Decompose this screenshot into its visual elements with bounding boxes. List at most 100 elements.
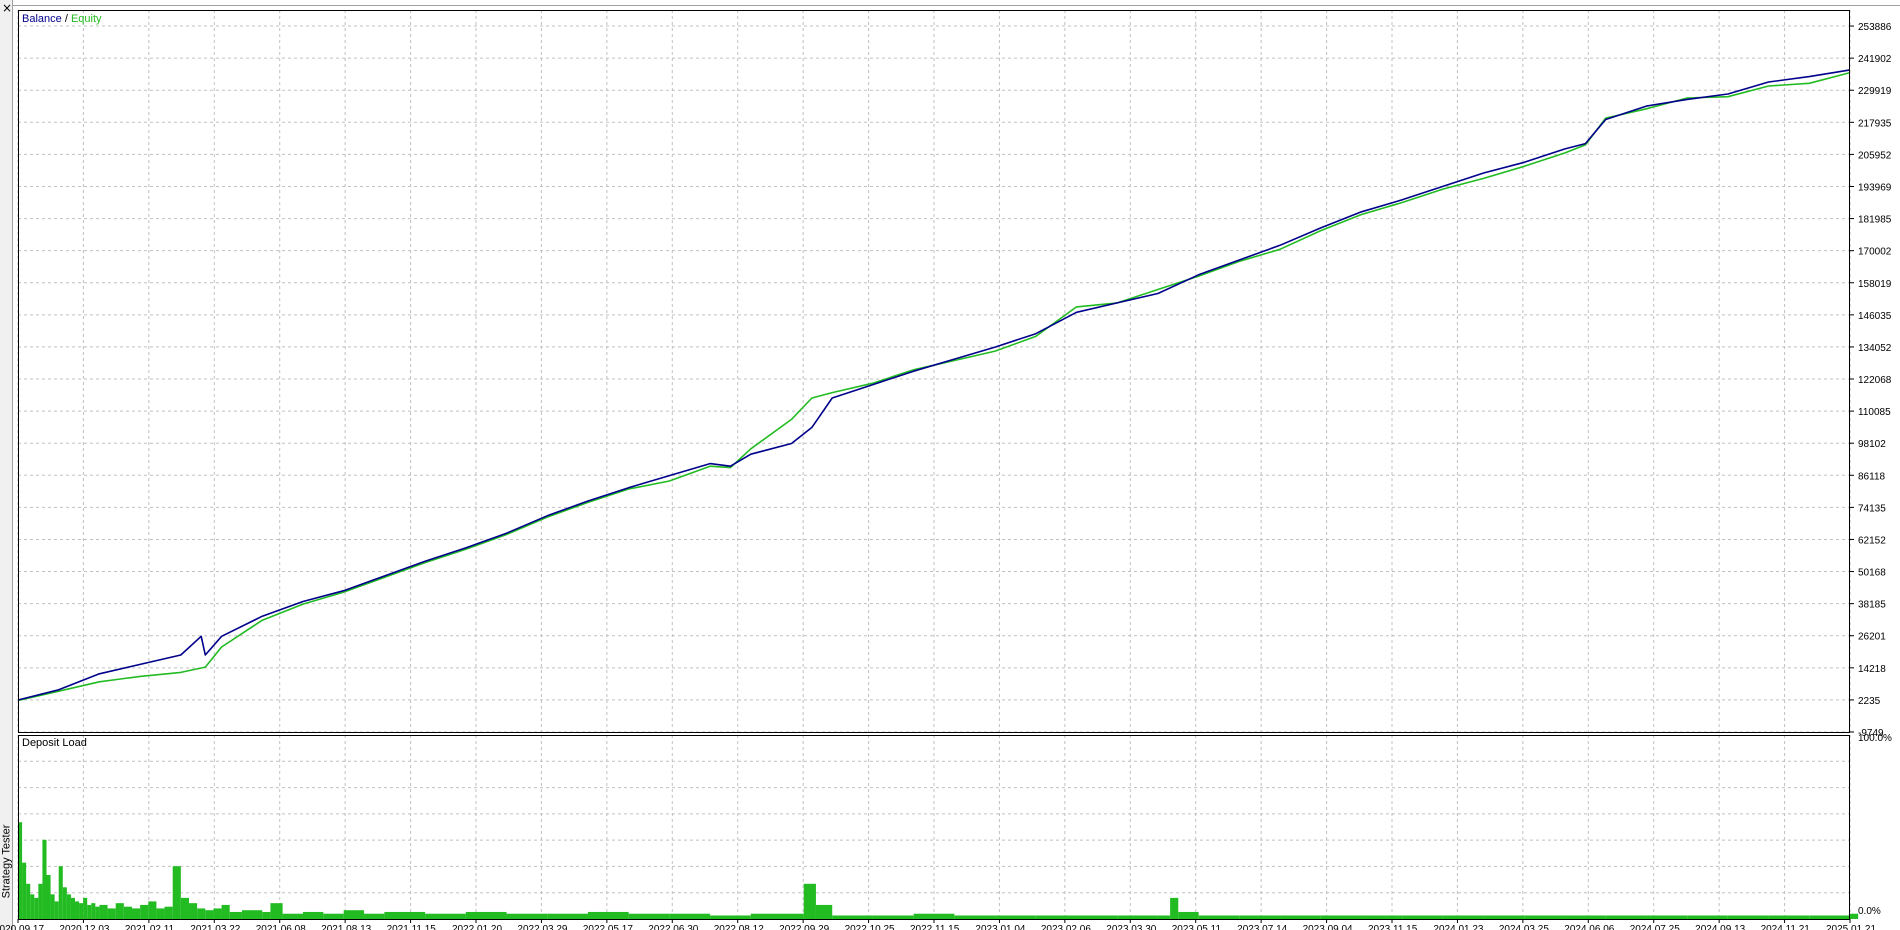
deposit-load-bar [995, 915, 1036, 919]
y-tick-label: 193969 [1858, 182, 1892, 193]
deposit-load-bar [710, 915, 751, 919]
deposit-load-bar [262, 911, 271, 919]
y-tick-label: 181985 [1858, 215, 1892, 226]
deposit-load-bar [913, 913, 955, 919]
y-tick-label: 14218 [1858, 664, 1886, 675]
deposit-load-bar [62, 887, 67, 919]
x-tick-label: 2021.03.22 [190, 924, 240, 930]
deposit-load-bar [1076, 915, 1118, 919]
deposit-load-bar [95, 906, 100, 919]
legend-separator: / [62, 13, 71, 25]
deposit-load-bar [164, 906, 173, 919]
y-tick-label: 38185 [1858, 600, 1886, 611]
deposit-load-bar [1178, 911, 1199, 919]
deposit-load-bar [364, 913, 385, 919]
deposit-load-bar [221, 904, 230, 919]
deposit-load-bar [87, 904, 92, 919]
x-tick-label: 2021.06.08 [256, 924, 306, 930]
deposit-load-bar [1727, 915, 1769, 919]
deposit-load-bar [282, 913, 303, 919]
load-y-tick-label: 0.0% [1858, 906, 1881, 917]
x-tick-label: 2024.09.13 [1695, 924, 1745, 930]
x-tick-label: 2024.07.25 [1630, 924, 1680, 930]
x-tick-label: 2020.12.03 [59, 924, 109, 930]
deposit-load-bar [1524, 915, 1566, 919]
deposit-load-bar [99, 904, 108, 919]
deposit-load-bar [1239, 915, 1281, 919]
deposit-load-bar [38, 883, 43, 919]
x-tick-label: 2023.02.06 [1041, 924, 1091, 930]
deposit-load-bar [1170, 897, 1179, 919]
x-tick-label: 2022.11.15 [910, 924, 960, 930]
y-tick-label: 98102 [1858, 439, 1886, 450]
deposit-load-bar [872, 915, 914, 919]
deposit-load-bar [42, 839, 47, 919]
deposit-load-bar [1157, 915, 1171, 919]
y-tick-label: 62152 [1858, 535, 1886, 546]
deposit-load-bar [425, 913, 466, 919]
deposit-load-bar [148, 901, 157, 919]
deposit-load-bar [1850, 913, 1859, 919]
x-tick-label: 2022.06.30 [648, 924, 698, 930]
x-tick-label: 2024.06.06 [1564, 924, 1614, 930]
x-tick-label: 2024.03.25 [1499, 924, 1549, 930]
y-tick-label: 50168 [1858, 568, 1886, 579]
deposit-load-title: Deposit Load [22, 737, 87, 749]
deposit-load-bar [1809, 915, 1850, 919]
x-tick-label: 2022.09.29 [779, 924, 829, 930]
deposit-load-bar [54, 901, 59, 919]
deposit-load-bar [506, 913, 548, 919]
deposit-load-bar [628, 913, 670, 919]
deposit-load-bar [1768, 915, 1810, 919]
deposit-load-bar [954, 915, 996, 919]
x-tick-label: 2021.08.13 [321, 924, 371, 930]
y-tick-label: 122068 [1858, 375, 1892, 386]
deposit-load-bar [107, 908, 116, 919]
deposit-load-bar [180, 897, 189, 919]
deposit-load-bar [22, 862, 27, 919]
deposit-load-bar [213, 908, 222, 919]
deposit-load-bar [58, 866, 63, 919]
deposit-load-bar [1280, 915, 1321, 919]
deposit-load-bar [302, 911, 324, 919]
y-tick-label: 110085 [1858, 407, 1891, 418]
deposit-load-bar [815, 904, 833, 919]
x-tick-label: 2022.10.25 [845, 924, 895, 930]
x-tick-label: 2023.03.30 [1106, 924, 1156, 930]
deposit-load-bar [70, 897, 75, 919]
deposit-load-bar [205, 910, 214, 919]
deposit-load-bar [46, 875, 51, 919]
deposit-load-bar [1605, 915, 1647, 919]
legend-equity: Equity [71, 13, 102, 25]
y-tick-label: 146035 [1858, 311, 1892, 322]
deposit-load-bar [465, 911, 507, 919]
deposit-load-bar [1198, 915, 1240, 919]
x-tick-label: 2022.08.12 [714, 924, 764, 930]
deposit-load-bar [74, 901, 80, 919]
deposit-load-bar [1361, 915, 1403, 919]
deposit-load-bar [587, 911, 629, 919]
x-tick-label: 2020.09.17 [0, 924, 44, 930]
y-tick-label: 170002 [1858, 247, 1892, 258]
deposit-load-bar [140, 904, 149, 919]
x-tick-label: 2021.11.15 [387, 924, 437, 930]
deposit-load-bar [547, 913, 588, 919]
deposit-load-bar [50, 894, 55, 919]
deposit-load-bar [323, 913, 344, 919]
legend: Balance / Equity [22, 13, 102, 25]
y-tick-label: 2235 [1858, 696, 1881, 707]
deposit-load-bar [1035, 915, 1077, 919]
deposit-load-bar [384, 911, 426, 919]
deposit-load-bar [1646, 915, 1688, 919]
load-y-tick-label: 100.0% [1858, 733, 1892, 744]
deposit-load-bar [30, 894, 35, 919]
x-tick-label: 2023.07.14 [1237, 924, 1287, 930]
deposit-load-bar [241, 910, 263, 919]
deposit-load-bar [1402, 915, 1443, 919]
x-tick-label: 2022.03.29 [517, 924, 567, 930]
x-tick-label: 2024.11.21 [1761, 924, 1811, 930]
deposit-load-bar [79, 903, 84, 919]
deposit-load-bar [750, 913, 792, 919]
x-tick-label: 2021.02.11 [125, 924, 175, 930]
deposit-load-bar [1442, 915, 1484, 919]
